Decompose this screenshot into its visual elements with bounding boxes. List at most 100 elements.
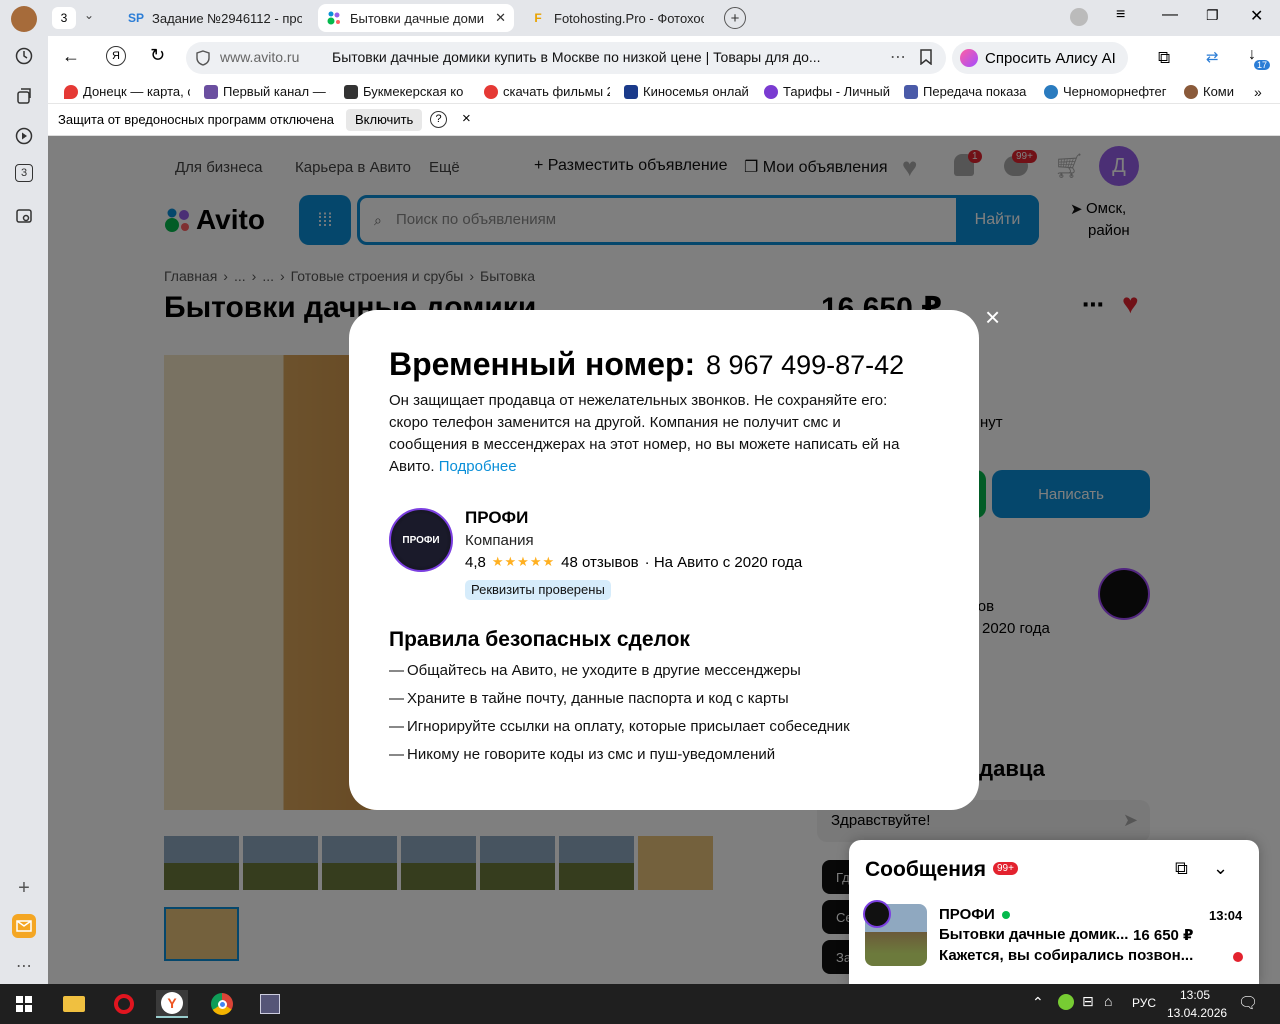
tab-fotohosting[interactable]: F Fotohosting.Pro - Фотохос: [522, 4, 712, 32]
tab-list-chevron-icon[interactable]: ⌄: [84, 8, 94, 22]
downloads-badge: 17: [1254, 60, 1271, 70]
alice-label: Спросить Алису AI: [985, 49, 1116, 67]
tab-avito[interactable]: Бытовки дачные доми ✕: [318, 4, 514, 32]
tray-app-icon[interactable]: [1058, 994, 1074, 1010]
tabs-count-icon[interactable]: 3: [15, 164, 33, 182]
reader-icon[interactable]: ⧉: [1158, 48, 1170, 68]
tab-strip: 3 ⌄ SP Задание №2946112 - про Бытовки да…: [48, 0, 1280, 36]
yandex-bm-icon: [484, 84, 498, 99]
bookmark-item[interactable]: скачать фильмы 2: [484, 84, 610, 99]
tab-title: Fotohosting.Pro - Фотохос: [554, 10, 704, 26]
yandex-browser-icon[interactable]: Y: [156, 990, 188, 1018]
bookmark-item[interactable]: Донецк — карта, с: [64, 84, 190, 99]
seller-logo[interactable]: ПРОФИ: [389, 508, 453, 572]
enable-button[interactable]: Включить: [346, 109, 423, 131]
reload-icon[interactable]: ↻: [150, 45, 165, 66]
seller-type: Компания: [465, 532, 534, 549]
clock-date[interactable]: 13.04.2026: [1167, 1006, 1227, 1020]
tab-counter[interactable]: 3: [52, 7, 76, 29]
bookmaker-icon: [344, 84, 358, 99]
chat-item-title: Бытовки дачные домик...: [939, 926, 1129, 943]
minimize-icon[interactable]: —: [1162, 6, 1178, 24]
bookmark-item[interactable]: Первый канал — с: [204, 84, 330, 99]
profile-avatar[interactable]: [11, 6, 37, 32]
sp-icon: SP: [128, 11, 145, 25]
shield-icon: [196, 50, 210, 69]
network-icon[interactable]: ⌂: [1104, 993, 1112, 1009]
omnibox[interactable]: www.avito.ru Бытовки дачные домики купит…: [186, 42, 946, 74]
seller-name[interactable]: ПРОФИ: [465, 508, 528, 528]
play-icon[interactable]: [12, 124, 36, 148]
tariff-icon: [764, 84, 778, 99]
rating-value: 4,8: [465, 554, 486, 571]
chat-seller-avatar: [863, 900, 891, 928]
add-panel-icon[interactable]: +: [12, 876, 36, 900]
menu-icon[interactable]: ≡: [1116, 6, 1125, 24]
rule-item: — Игнорируйте ссылки на оплату, которые п…: [389, 718, 850, 735]
more-link[interactable]: Подробнее: [439, 458, 517, 475]
rule-item: — Храните в тайне почту, данные паспорта …: [389, 690, 789, 707]
screenshot-icon[interactable]: [12, 204, 36, 228]
verified-badge: Реквизиты проверены: [465, 580, 611, 600]
rules-list: — Общайтесь на Авито, не уходите в другие…: [389, 662, 929, 774]
fotohosting-icon: F: [534, 11, 542, 25]
opera-icon[interactable]: [108, 990, 140, 1018]
bookmark-item[interactable]: Тарифы - Личный: [764, 84, 890, 99]
more-dots-icon[interactable]: ⋯: [890, 47, 906, 67]
bookmark-item[interactable]: Передача показа: [904, 84, 1030, 99]
tray-chevron-icon[interactable]: ⌃: [1032, 994, 1044, 1011]
chat-preview: Кажется, вы собирались позвон...: [939, 947, 1194, 964]
modal-heading: Временный номер:: [389, 346, 696, 382]
app-icon[interactable]: [254, 990, 286, 1018]
reviews-count[interactable]: 48 отзывов: [561, 554, 639, 571]
bookmark-item[interactable]: Киносемья онлай: [624, 84, 750, 99]
tv-icon: [204, 84, 218, 99]
close-infobar-icon[interactable]: ×: [462, 110, 471, 127]
alice-button[interactable]: Спросить Алису AI: [952, 42, 1128, 74]
chrome-icon[interactable]: [206, 990, 238, 1018]
komi-icon: [1184, 84, 1198, 99]
chat-seller-name[interactable]: ПРОФИ: [939, 906, 1011, 923]
more-icon[interactable]: ⋯: [12, 954, 36, 978]
open-external-icon[interactable]: ⧉: [1175, 858, 1188, 879]
bookmark-item[interactable]: Букмекерская ко: [344, 84, 470, 99]
rules-title: Правила безопасных сделок: [389, 628, 690, 651]
bookmark-item[interactable]: Коми: [1184, 84, 1250, 99]
collapse-chevron-icon[interactable]: ⌄: [1213, 858, 1228, 879]
bookmark-item[interactable]: Черноморнефтег: [1044, 84, 1170, 99]
rating-stars: ★★★★★: [491, 554, 556, 569]
clock-time[interactable]: 13:05: [1180, 988, 1210, 1002]
account-icon[interactable]: [1070, 8, 1088, 26]
infobar-text: Защита от вредоносных программ отключена: [58, 112, 335, 127]
bookmark-icon[interactable]: [920, 49, 932, 68]
notifications-icon[interactable]: 🗨︎: [1238, 993, 1258, 1013]
messages-title[interactable]: Сообщения: [865, 858, 986, 882]
tray-device-icon[interactable]: ⊟: [1082, 993, 1094, 1010]
avito-icon: [326, 10, 342, 26]
windows-start-icon[interactable]: [8, 990, 40, 1018]
restore-icon[interactable]: ❐: [1206, 7, 1219, 24]
security-infobar: Защита от вредоносных программ отключена…: [48, 104, 1280, 136]
history-icon[interactable]: [12, 44, 36, 68]
meter-icon: [904, 84, 918, 99]
help-icon[interactable]: ?: [430, 111, 447, 128]
chat-time: 13:04: [1209, 908, 1243, 923]
unread-dot: [1233, 952, 1243, 962]
collections-icon[interactable]: [12, 84, 36, 108]
back-icon[interactable]: ←: [62, 46, 80, 67]
tab-task[interactable]: SP Задание №2946112 - про: [120, 4, 310, 32]
new-tab-button[interactable]: +: [724, 7, 746, 29]
yandex-icon[interactable]: Я: [106, 46, 126, 66]
file-explorer-icon[interactable]: [58, 990, 90, 1018]
page-title: Бытовки дачные домики купить в Москве по…: [332, 49, 821, 65]
close-tab-icon[interactable]: ✕: [495, 10, 506, 26]
mail-icon[interactable]: [12, 914, 36, 938]
seller-logo-text: ПРОФИ: [402, 534, 440, 546]
messages-panel: Сообщения 99+ ⧉ ⌄ ПРОФИ 13:04 Бытовки да…: [849, 840, 1259, 984]
language-indicator[interactable]: РУС: [1132, 996, 1156, 1010]
modal-description: Он защищает продавца от нежелательных зв…: [389, 390, 919, 478]
translate-icon[interactable]: ⇄: [1206, 48, 1219, 66]
close-modal-icon[interactable]: ×: [985, 302, 1000, 333]
bookmarks-overflow-icon[interactable]: »: [1254, 84, 1262, 100]
close-window-icon[interactable]: ✕: [1250, 6, 1263, 26]
